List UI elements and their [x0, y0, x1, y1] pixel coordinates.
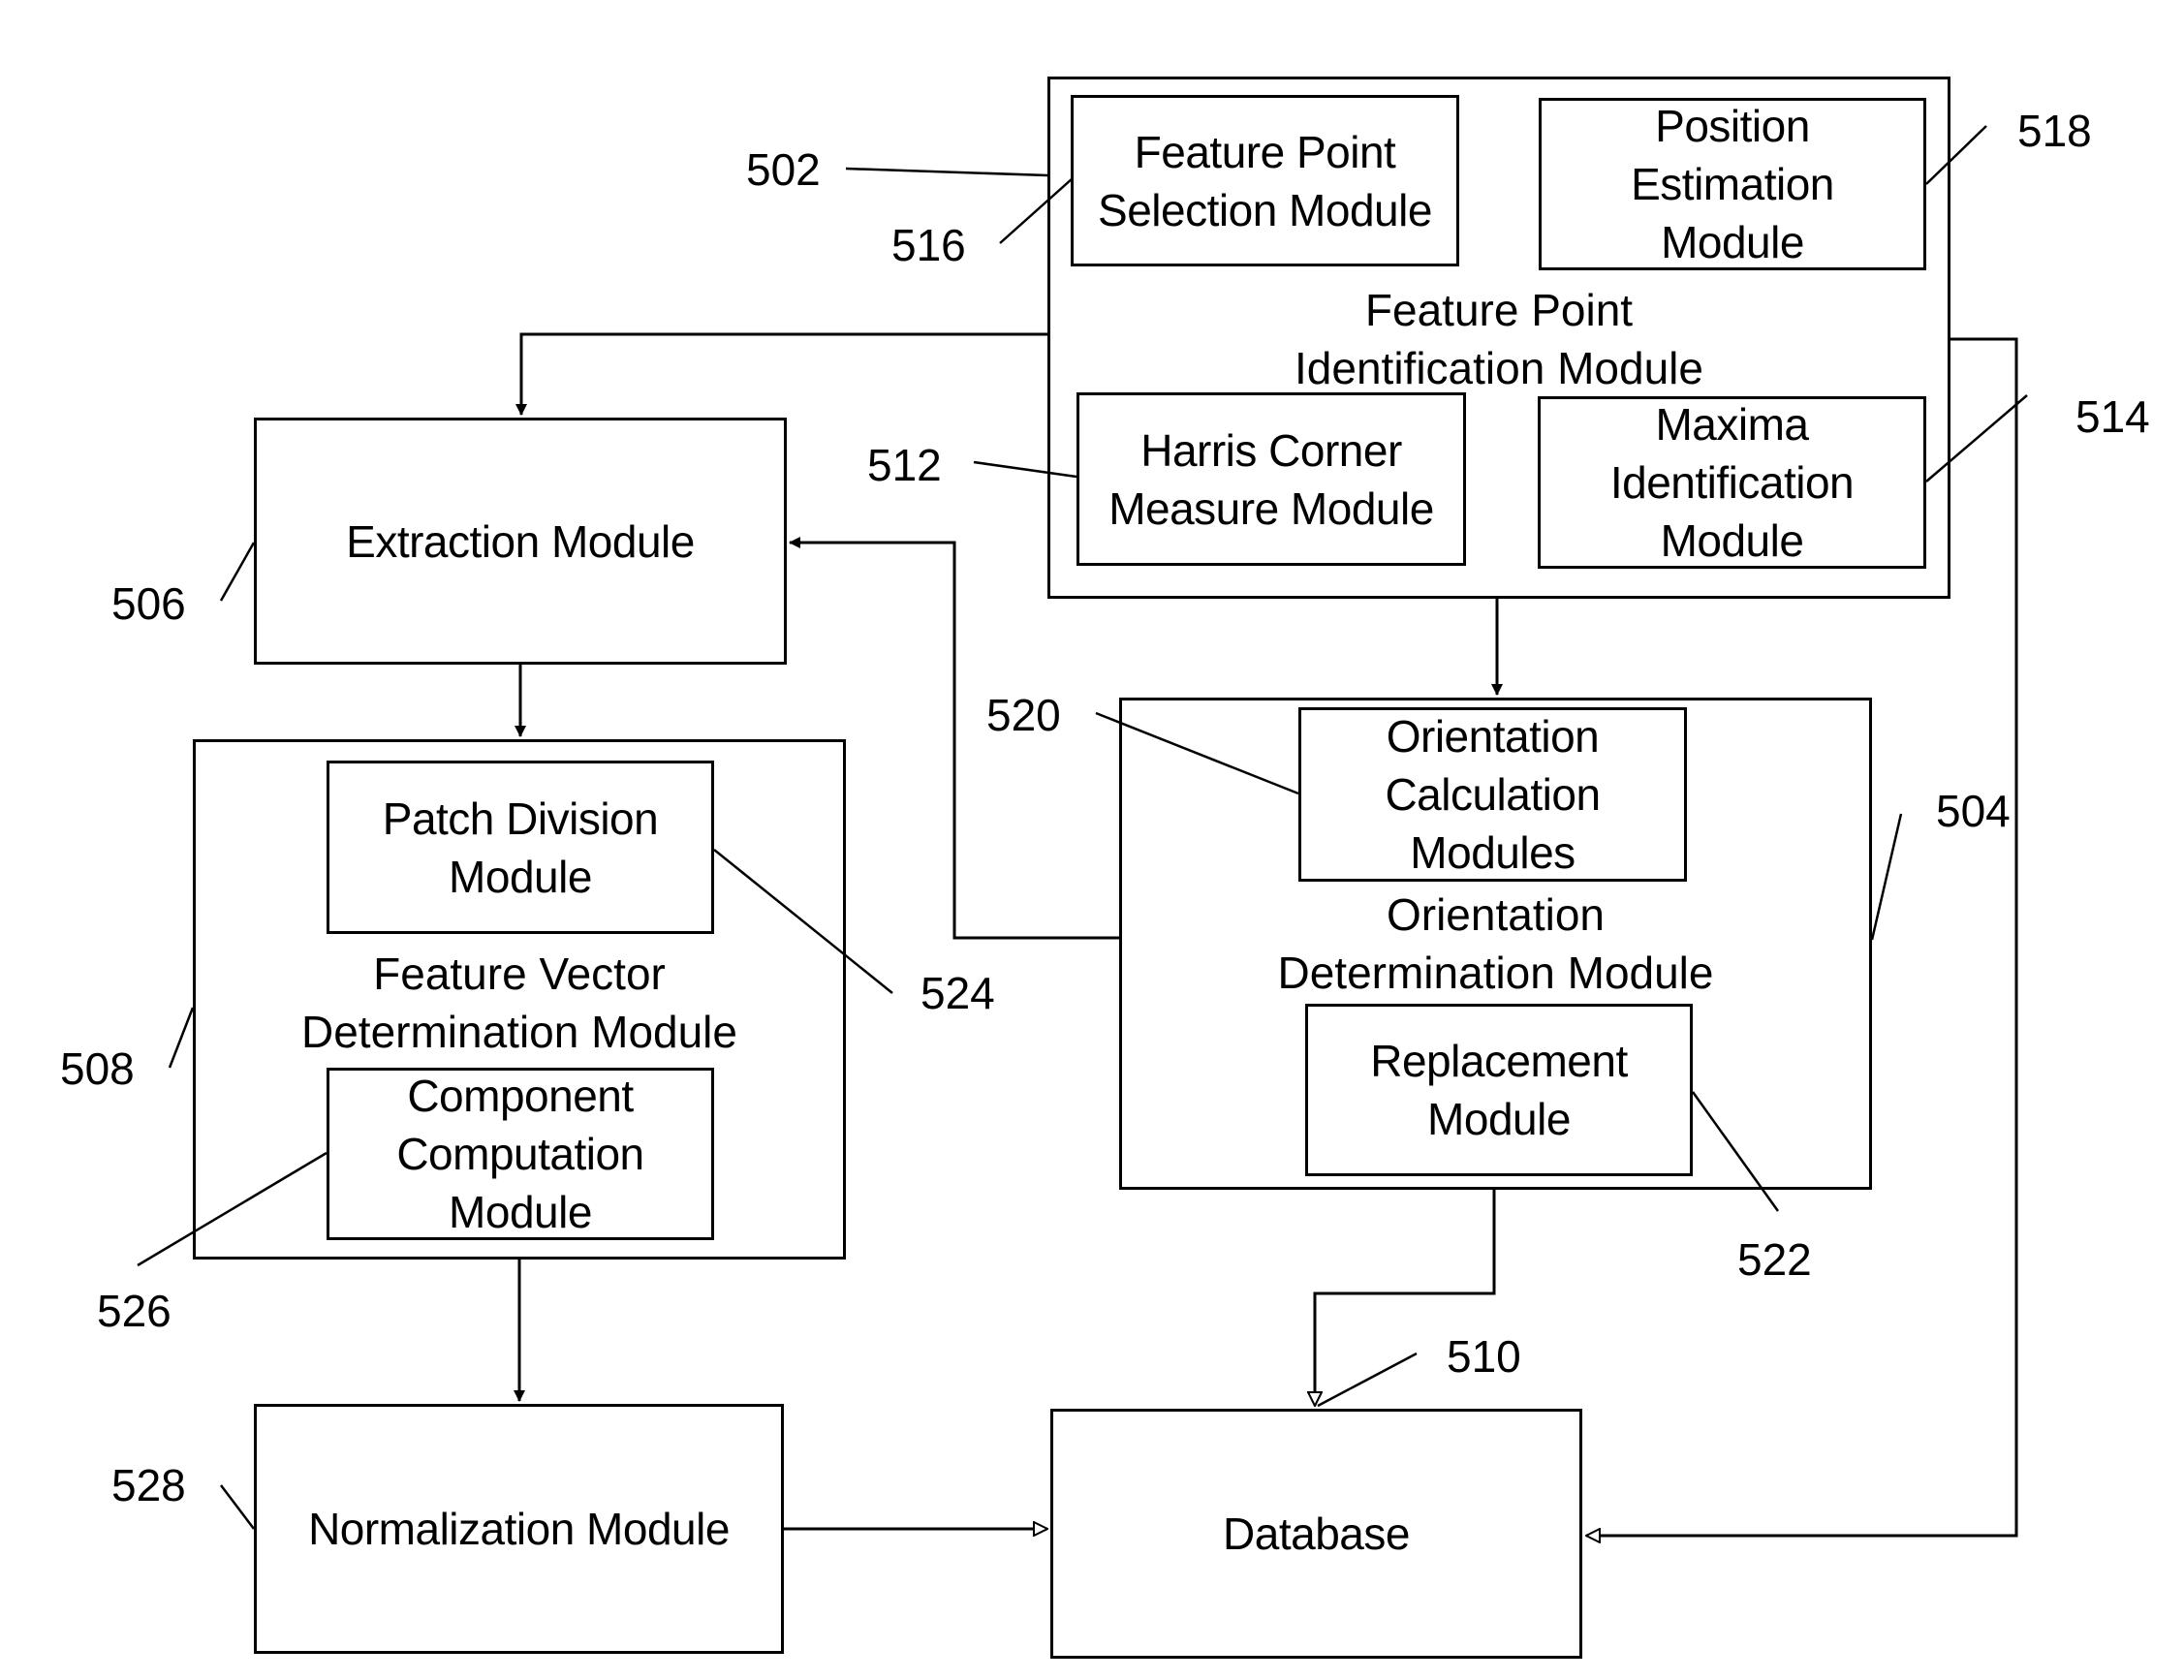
replacement-label: Replacement Module	[1370, 1036, 1628, 1144]
leader-506	[219, 542, 256, 602]
feature-point-selection-module[interactable]: Feature Point Selection Module	[1071, 95, 1459, 266]
leader-502	[845, 167, 1048, 177]
harris-corner-label: Harris Corner Measure Module	[1108, 424, 1434, 534]
position-estimation-module[interactable]: Position Estimation Module	[1539, 98, 1926, 270]
ref-524: 524	[920, 968, 995, 1018]
normalization-label: Normalization Module	[308, 1504, 730, 1554]
feature-point-selection-label: Feature Point Selection Module	[1098, 126, 1432, 235]
orientation-calculation-module[interactable]: Orientation Calculation Modules	[1298, 707, 1687, 882]
feature-vector-determination-label: Feature Vector Determination Module	[300, 949, 737, 1057]
ref-508: 508	[60, 1043, 135, 1094]
harris-corner-module[interactable]: Harris Corner Measure Module	[1076, 392, 1466, 566]
ref-520: 520	[986, 690, 1061, 740]
maxima-identification-module[interactable]: Maxima Identification Module	[1538, 396, 1926, 569]
leader-508	[168, 1007, 195, 1069]
extraction-module[interactable]: Extraction Module	[254, 418, 787, 665]
ref-514: 514	[2075, 391, 2150, 442]
orientation-determination-label: Orientation Determination Module	[1277, 889, 1714, 998]
leader-504	[1870, 813, 1903, 941]
ref-526: 526	[97, 1286, 172, 1336]
replacement-module[interactable]: Replacement Module	[1305, 1004, 1693, 1176]
position-estimation-label: Position Estimation Module	[1631, 101, 1834, 267]
database-label: Database	[1223, 1509, 1410, 1559]
maxima-identification-label: Maxima Identification Module	[1609, 399, 1855, 566]
ref-516: 516	[891, 220, 966, 270]
ref-512: 512	[867, 440, 942, 490]
ref-510: 510	[1447, 1331, 1521, 1382]
orientation-calculation-label: Orientation Calculation Modules	[1385, 711, 1601, 878]
leader-510	[1317, 1352, 1418, 1408]
database[interactable]: Database	[1050, 1409, 1582, 1659]
ref-504: 504	[1936, 786, 2011, 836]
ref-502: 502	[746, 144, 821, 195]
leader-528	[220, 1484, 255, 1530]
ref-528: 528	[111, 1460, 186, 1510]
ref-518: 518	[2017, 106, 2092, 156]
edge-fpi-to-extraction	[515, 332, 1047, 416]
patch-division-label: Patch Division Module	[382, 793, 659, 902]
patch-division-module[interactable]: Patch Division Module	[327, 761, 714, 934]
extraction-label: Extraction Module	[346, 515, 695, 567]
ref-522: 522	[1737, 1234, 1812, 1285]
normalization-module[interactable]: Normalization Module	[254, 1404, 784, 1654]
component-computation-label: Component Computation Module	[396, 1071, 644, 1237]
feature-point-identification-label: Feature Point Identification Module	[1295, 285, 1703, 393]
component-computation-module[interactable]: Component Computation Module	[327, 1068, 714, 1240]
ref-506: 506	[111, 578, 186, 629]
